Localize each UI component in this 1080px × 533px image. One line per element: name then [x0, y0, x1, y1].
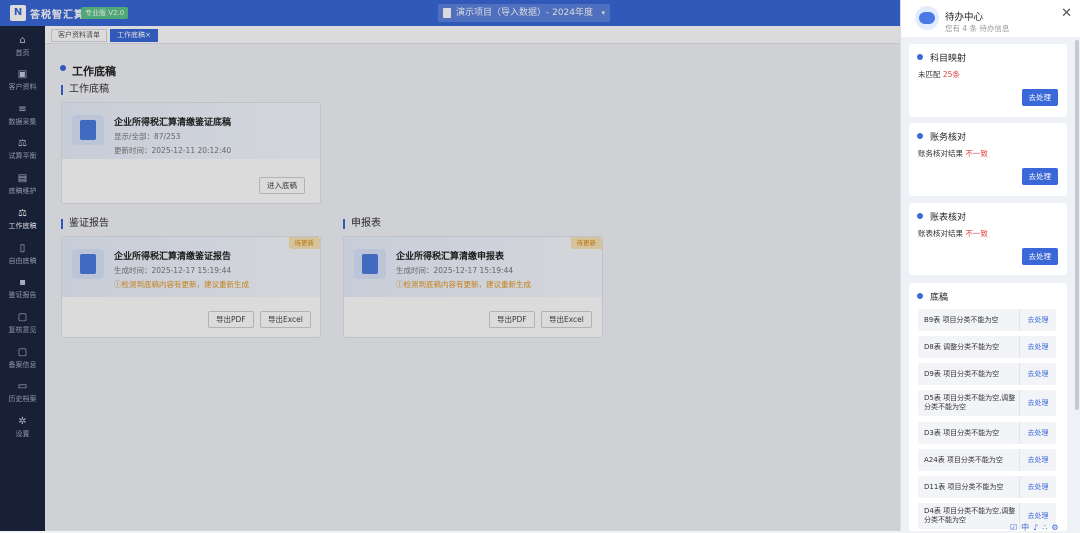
- section-title: 底稿: [930, 293, 949, 303]
- process-link[interactable]: 去处理: [1019, 422, 1056, 444]
- draft-issue-text: D9表 项目分类不能为空: [924, 369, 1000, 378]
- section-dot-icon: [917, 54, 923, 60]
- list-item: B9表 项目分类不能为空 去处理: [918, 309, 1056, 331]
- list-item: A24表 项目分类不能为空 去处理: [918, 449, 1056, 471]
- section-desc: 未匹配 25条: [918, 70, 960, 79]
- section-title: 账表核对: [930, 213, 967, 223]
- draft-issue-text: D11表 项目分类不能为空: [924, 482, 1004, 491]
- process-link[interactable]: 去处理: [1019, 363, 1056, 385]
- section-title: 账务核对: [930, 133, 967, 143]
- process-link[interactable]: 去处理: [1019, 476, 1056, 498]
- draft-issue-text: A24表 项目分类不能为空: [924, 455, 1003, 464]
- process-link[interactable]: 去处理: [1019, 336, 1056, 358]
- check-result: 不一致: [965, 229, 988, 238]
- list-item: D5表 项目分类不能为空,调整分类不能为空 去处理: [918, 390, 1056, 416]
- todo-section-ledger-check: 账务核对 账务核对结果 不一致 去处理: [909, 123, 1067, 196]
- section-dot-icon: [917, 293, 923, 299]
- process-button[interactable]: 去处理: [1021, 89, 1058, 106]
- process-button[interactable]: 去处理: [1021, 248, 1058, 265]
- list-item: D11表 项目分类不能为空 去处理: [918, 476, 1056, 498]
- todo-section-drafts: 底稿 B9表 项目分类不能为空 去处理 D8表 调整分类不能为空 去处理 D9表 项…: [909, 283, 1067, 531]
- modal-overlay[interactable]: [0, 0, 900, 531]
- draft-issue-text: B9表 项目分类不能为空: [924, 315, 999, 324]
- section-title: 科目映射: [930, 54, 967, 64]
- process-link[interactable]: 去处理: [1019, 390, 1056, 416]
- process-button[interactable]: 去处理: [1021, 168, 1058, 185]
- section-dot-icon: [917, 213, 923, 219]
- process-link[interactable]: 去处理: [1019, 309, 1056, 331]
- todo-panel: 待办中心 您有 4 条 待办信息 ✕ 科目映射 未匹配 25条 去处理 账务核对…: [900, 0, 1080, 531]
- todo-section-account-mapping: 科目映射 未匹配 25条 去处理: [909, 44, 1067, 117]
- section-desc: 账务核对结果 不一致: [918, 149, 988, 158]
- panel-title: 待办中心: [945, 12, 984, 23]
- panel-scrollbar[interactable]: [1075, 40, 1079, 410]
- floating-toolbar[interactable]: ☑中♪∴⚙: [1010, 522, 1080, 532]
- draft-issue-text: D3表 项目分类不能为空: [924, 428, 1000, 437]
- unmatched-count: 25条: [942, 70, 960, 79]
- draft-issue-text: D4表 项目分类不能为空,调整分类不能为空: [924, 507, 1016, 524]
- panel-header: 待办中心 您有 4 条 待办信息 ✕: [901, 0, 1080, 37]
- robot-icon: [915, 6, 939, 30]
- todo-section-statement-check: 账表核对 账表核对结果 不一致 去处理: [909, 203, 1067, 275]
- check-result: 不一致: [965, 149, 988, 158]
- list-item: D8表 调整分类不能为空 去处理: [918, 336, 1056, 358]
- app-root: N 答税智汇算 专业版 V2.0 演示项目（导入数据）- 2024年度 ▾ ⌂ 首…: [0, 0, 1080, 532]
- list-item: D9表 项目分类不能为空 去处理: [918, 363, 1056, 385]
- section-desc: 账表核对结果 不一致: [918, 229, 988, 238]
- process-link[interactable]: 去处理: [1019, 449, 1056, 471]
- panel-subtitle: 您有 4 条 待办信息: [945, 24, 1010, 33]
- draft-issue-text: D8表 调整分类不能为空: [924, 342, 1000, 351]
- section-dot-icon: [917, 133, 923, 139]
- close-icon[interactable]: ✕: [1061, 6, 1072, 21]
- list-item: D3表 项目分类不能为空 去处理: [918, 422, 1056, 444]
- draft-issue-text: D5表 项目分类不能为空,调整分类不能为空: [924, 394, 1016, 411]
